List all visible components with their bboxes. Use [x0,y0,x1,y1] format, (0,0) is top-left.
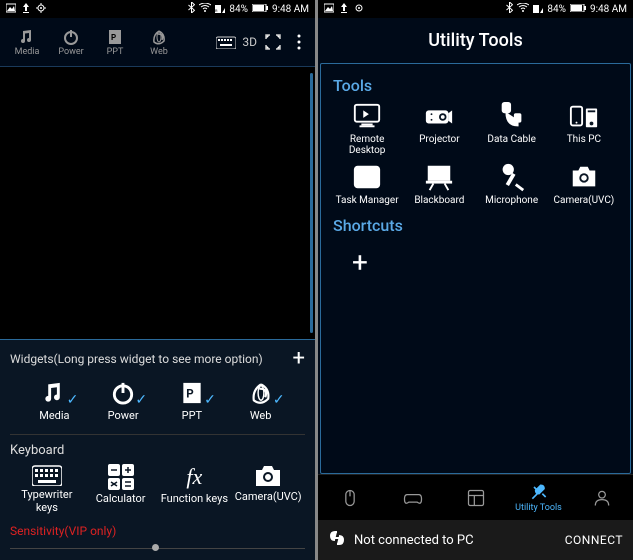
add-widget-button[interactable]: + [293,348,305,370]
check-icon: ✓ [204,392,216,408]
upload-icon [340,3,348,16]
wifi-icon [199,3,211,15]
tool-projector[interactable]: Projector [405,101,473,156]
kb-camera[interactable]: Camera(UVC) [233,464,303,514]
topbar-power[interactable]: Power [50,28,92,57]
target-icon [354,3,364,16]
wifi-icon [517,3,529,15]
upload-icon [22,3,30,16]
left-topbar: Media Power P PPT Web 3D [0,18,315,66]
tools-panel: Tools Remote Desktop Projector Data Cabl… [320,63,631,474]
check-icon: ✓ [273,392,285,408]
more-icon[interactable] [289,32,309,52]
connection-bar: Not connected to PC CONNECT [318,520,633,560]
tool-data-cable[interactable]: Data Cable [478,101,546,156]
widget-media[interactable]: Media ✓ [26,380,82,422]
widgets-panel: Widgets(Long press widget to see more op… [0,339,315,560]
tools-heading: Tools [333,76,618,95]
shortcuts-heading: Shortcuts [333,216,618,235]
battery-icon [252,4,268,15]
battery-pct: 84% [547,4,566,15]
tool-this-pc[interactable]: This PC [550,101,618,156]
threeD-button[interactable]: 3D [242,35,257,49]
tool-task-manager[interactable]: Task Manager [333,162,401,206]
nav-utility-tools[interactable]: Utility Tools [507,475,570,520]
widget-power[interactable]: Power ✓ [95,380,151,422]
svg-text:P: P [111,33,116,42]
bluetooth-icon [188,2,195,16]
nav-profile[interactable] [570,475,633,520]
battery-pct: 84% [229,4,248,15]
picture-icon [6,3,16,16]
bluetooth-icon [506,2,513,16]
tool-camera[interactable]: Camera(UVC) [550,162,618,206]
keyboard-icon[interactable] [216,32,236,52]
touchpad-area[interactable] [0,66,315,339]
tool-blackboard[interactable]: Blackboard [405,162,473,206]
battery-icon [570,4,586,15]
connection-status: Not connected to PC [354,533,474,548]
clock: 9:48 AM [590,4,627,15]
nav-layout[interactable] [444,475,507,520]
status-bar: 84% 9:48 AM [318,0,633,18]
widget-ppt[interactable]: P PPT ✓ [164,380,220,422]
status-bar: R 84% 9:48 AM [0,0,315,18]
connect-button[interactable]: CONNECT [565,533,623,547]
sensitivity-slider[interactable] [10,540,305,556]
fullscreen-icon[interactable] [263,32,283,52]
topbar-ppt[interactable]: P PPT [94,28,136,57]
screen-left: R 84% 9:48 AM Media Power P PPT Web 3D [0,0,315,560]
tool-remote-desktop[interactable]: Remote Desktop [333,101,401,156]
screen-right: 84% 9:48 AM Utility Tools Tools Remote D… [318,0,633,560]
kb-calculator[interactable]: Calculator [86,464,156,514]
nav-gamepad[interactable] [381,475,444,520]
clock: 9:48 AM [272,4,309,15]
topbar-media[interactable]: Media [6,28,48,57]
target-icon [36,3,46,16]
check-icon: ✓ [135,392,147,408]
widgets-title: Widgets(Long press widget to see more op… [10,352,263,366]
sim-icon [533,3,543,16]
nav-mouse[interactable] [318,475,381,520]
widget-web[interactable]: Web ✓ [233,380,289,422]
add-shortcut-button[interactable]: + [339,241,381,283]
topbar-web[interactable]: Web [138,28,180,57]
sensitivity-label: Sensitivity(VIP only) [10,518,305,540]
page-title: Utility Tools [318,18,633,63]
keyboard-title: Keyboard [10,443,305,458]
kb-typewriter[interactable]: Typewriter keys [12,464,82,514]
tool-microphone[interactable]: Microphone [478,162,546,206]
bottom-nav: Utility Tools [318,474,633,520]
picture-icon [324,3,334,16]
sim-icon: R [215,3,225,16]
link-icon [328,529,346,551]
check-icon: ✓ [67,392,79,408]
kb-function[interactable]: fx Function keys [159,464,229,514]
svg-text:P: P [186,386,194,400]
